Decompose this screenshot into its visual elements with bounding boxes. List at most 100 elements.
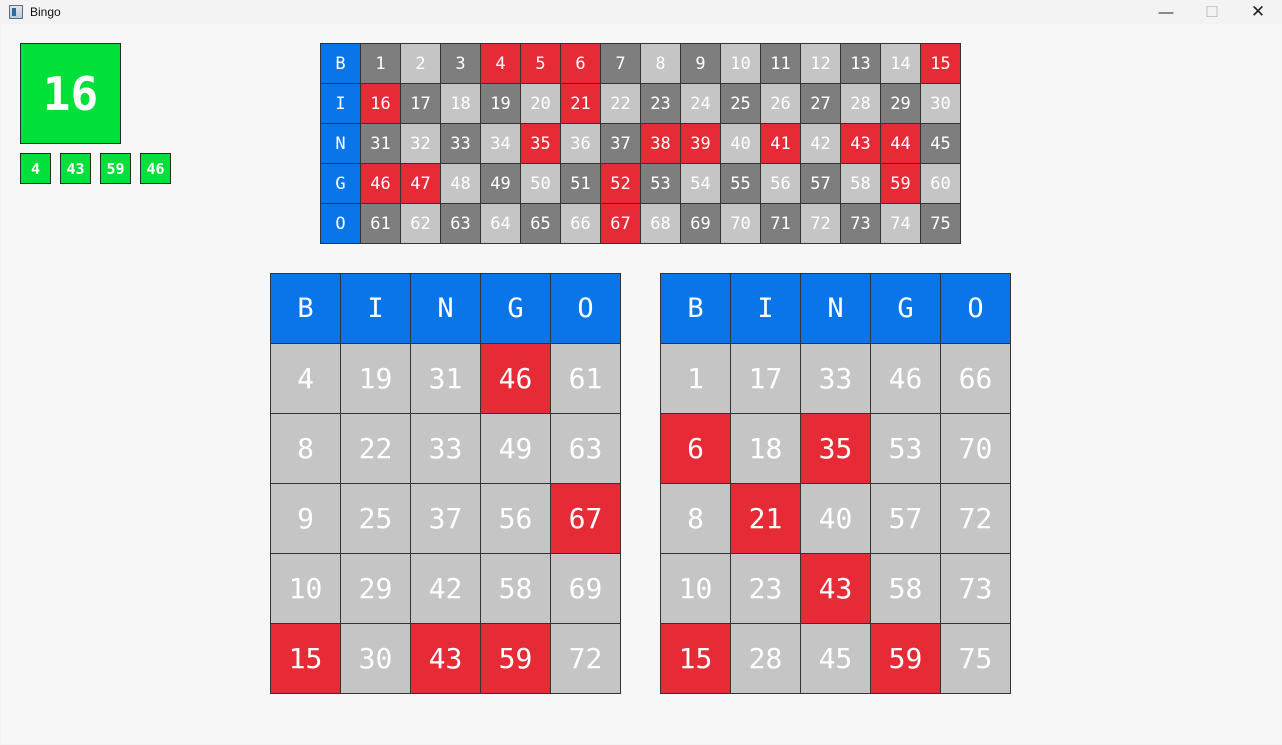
- recent-ball: 4: [20, 153, 51, 184]
- title-bar: Bingo — ☐ ✕: [0, 0, 1282, 24]
- card-number: 4: [271, 344, 341, 414]
- board-letter: I: [321, 84, 361, 124]
- card-number: 72: [941, 484, 1011, 554]
- card-number: 6: [661, 414, 731, 484]
- card-number: 17: [731, 344, 801, 414]
- card-number: 58: [871, 554, 941, 624]
- board-number: 28: [841, 84, 881, 124]
- board-number: 39: [681, 124, 721, 164]
- board-number: 69: [681, 204, 721, 244]
- board-number: 23: [641, 84, 681, 124]
- board-number: 20: [521, 84, 561, 124]
- board-letter: N: [321, 124, 361, 164]
- board-number: 73: [841, 204, 881, 244]
- recent-ball: 59: [100, 153, 131, 184]
- current-ball: 16: [20, 43, 121, 144]
- board-number: 13: [841, 44, 881, 84]
- board-number: 31: [361, 124, 401, 164]
- board-number: 35: [521, 124, 561, 164]
- board-number: 29: [881, 84, 921, 124]
- board-number: 24: [681, 84, 721, 124]
- board-number: 6: [561, 44, 601, 84]
- card-number: 70: [941, 414, 1011, 484]
- board-number: 15: [921, 44, 961, 84]
- board-number: 17: [401, 84, 441, 124]
- card-number: 53: [871, 414, 941, 484]
- board-number: 67: [601, 204, 641, 244]
- card-number: 10: [661, 554, 731, 624]
- board-number: 68: [641, 204, 681, 244]
- app-icon: [9, 5, 23, 19]
- card-number: 72: [551, 624, 621, 694]
- board-number: 48: [441, 164, 481, 204]
- card-number: 37: [411, 484, 481, 554]
- board-number: 11: [761, 44, 801, 84]
- board-number: 18: [441, 84, 481, 124]
- card-number: 15: [271, 624, 341, 694]
- card-number: 19: [341, 344, 411, 414]
- board-number: 42: [801, 124, 841, 164]
- board-number: 4: [481, 44, 521, 84]
- board-number: 59: [881, 164, 921, 204]
- recent-ball: 46: [140, 153, 171, 184]
- board-number: 45: [921, 124, 961, 164]
- card-number: 31: [411, 344, 481, 414]
- card-header-letter: B: [271, 274, 341, 344]
- board-number: 52: [601, 164, 641, 204]
- card-number: 35: [801, 414, 871, 484]
- board-number: 62: [401, 204, 441, 244]
- card-number: 69: [551, 554, 621, 624]
- board-number: 60: [921, 164, 961, 204]
- card-number: 21: [731, 484, 801, 554]
- board-number: 58: [841, 164, 881, 204]
- board-number: 41: [761, 124, 801, 164]
- card-number: 18: [731, 414, 801, 484]
- board-number: 9: [681, 44, 721, 84]
- card-number: 8: [271, 414, 341, 484]
- close-button[interactable]: ✕: [1235, 0, 1281, 24]
- board-number: 22: [601, 84, 641, 124]
- card-number: 42: [411, 554, 481, 624]
- card-number: 67: [551, 484, 621, 554]
- board-number: 72: [801, 204, 841, 244]
- maximize-button[interactable]: ☐: [1189, 0, 1235, 24]
- board-number: 30: [921, 84, 961, 124]
- board-number: 37: [601, 124, 641, 164]
- card-header-letter: I: [731, 274, 801, 344]
- card-number: 40: [801, 484, 871, 554]
- card-number: 28: [731, 624, 801, 694]
- board-number: 40: [721, 124, 761, 164]
- card-number: 45: [801, 624, 871, 694]
- card-number: 58: [481, 554, 551, 624]
- card-number: 59: [481, 624, 551, 694]
- board-number: 51: [561, 164, 601, 204]
- board-number: 57: [801, 164, 841, 204]
- board-number: 44: [881, 124, 921, 164]
- minimize-button[interactable]: —: [1143, 0, 1189, 24]
- card-header-letter: G: [481, 274, 551, 344]
- card-number: 15: [661, 624, 731, 694]
- card-header-letter: O: [941, 274, 1011, 344]
- board-number: 10: [721, 44, 761, 84]
- card-number: 73: [941, 554, 1011, 624]
- board-number: 3: [441, 44, 481, 84]
- board-letter: B: [321, 44, 361, 84]
- board-number: 38: [641, 124, 681, 164]
- board-number: 27: [801, 84, 841, 124]
- board-number: 19: [481, 84, 521, 124]
- card-number: 46: [871, 344, 941, 414]
- board-number: 65: [521, 204, 561, 244]
- card-number: 46: [481, 344, 551, 414]
- board-number: 2: [401, 44, 441, 84]
- card-number: 43: [411, 624, 481, 694]
- card-header-letter: I: [341, 274, 411, 344]
- card-number: 59: [871, 624, 941, 694]
- board-number: 46: [361, 164, 401, 204]
- card-number: 30: [341, 624, 411, 694]
- board-number: 26: [761, 84, 801, 124]
- card-header-letter: N: [801, 274, 871, 344]
- board-number: 12: [801, 44, 841, 84]
- board-number: 54: [681, 164, 721, 204]
- board-number: 50: [521, 164, 561, 204]
- card-number: 23: [731, 554, 801, 624]
